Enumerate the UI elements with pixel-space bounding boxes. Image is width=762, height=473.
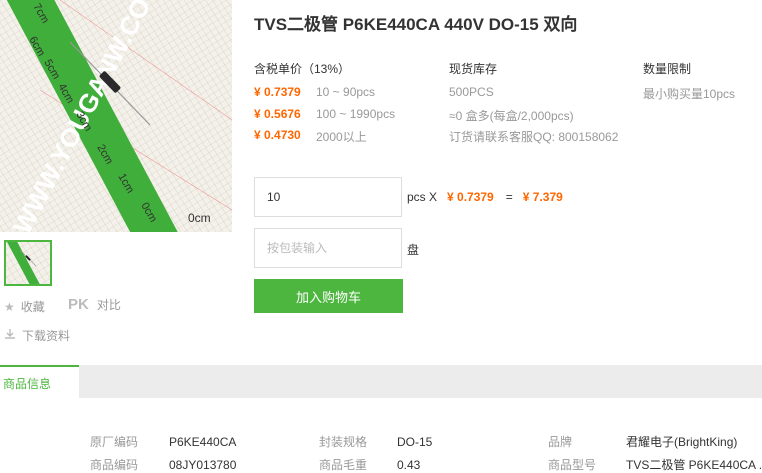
spec-item: 封装规格 DO-15 <box>319 433 432 450</box>
stock-contact: 订货请联系客服QQ: 800158062 <box>449 130 619 144</box>
quantity-unit: pcs X <box>407 190 438 204</box>
spec-item: 商品毛重 0.43 <box>319 456 420 473</box>
detail-tab-bar: 商品信息 <box>0 365 762 398</box>
product-photo: WWW.YOUGANW.CO 7cm 6cm 5cm 4cm 3cm 2cm 1… <box>0 0 232 232</box>
package-unit: 盘 <box>407 243 420 257</box>
package-field[interactable] <box>254 228 402 268</box>
add-to-cart-button[interactable]: 加入购物车 <box>254 279 403 313</box>
spec-value: 08JY013780 <box>169 458 237 472</box>
equals-sign: = <box>505 190 513 204</box>
ruler-label-bottom: 0cm <box>188 211 211 225</box>
limit-header: 数量限制 <box>643 62 692 76</box>
favorite-label: 收藏 <box>20 300 45 314</box>
price-tier: ¥ 0.4730 2000以上 <box>254 128 367 145</box>
stock-quantity: 500PCS <box>449 85 494 99</box>
tier-range: 2000以上 <box>316 130 367 144</box>
tier-range: 10 ~ 90pcs <box>316 85 376 99</box>
pk-icon: PK <box>68 296 89 313</box>
spec-key: 商品毛重 <box>319 458 368 472</box>
calc-total: ¥ 7.379 <box>522 190 563 204</box>
spec-item: 商品编码 08JY013780 <box>90 456 236 473</box>
spec-key: 封装规格 <box>319 435 368 449</box>
product-main-image: WWW.YOUGANW.CO 7cm 6cm 5cm 4cm 3cm 2cm 1… <box>0 0 232 232</box>
thumbnail-photo <box>6 242 50 284</box>
price-tier: ¥ 0.5676 100 ~ 1990pcs <box>254 107 395 121</box>
price-tier: ¥ 0.7379 10 ~ 90pcs <box>254 85 375 99</box>
price-header: 含税单价（13%） <box>254 62 351 76</box>
download-icon <box>4 328 16 343</box>
spec-value: 0.43 <box>397 458 421 472</box>
package-input[interactable] <box>267 241 389 255</box>
spec-value: TVS二极管 P6KE440CA . <box>626 458 762 472</box>
spec-key: 品牌 <box>548 435 573 449</box>
spec-value: P6KE440CA <box>169 435 237 449</box>
product-thumbnail[interactable] <box>4 240 52 286</box>
quantity-input[interactable]: 10 <box>254 177 402 217</box>
product-title: TVS二极管 P6KE440CA 440V DO-15 双向 <box>254 15 578 34</box>
spec-value: 君耀电子(BrightKing) <box>626 435 738 449</box>
stock-boxes: ≈0 盒多(每盒/2,000pcs) <box>449 109 574 123</box>
order-calc: pcs X ¥ 0.7379 = ¥ 7.379 <box>407 190 563 204</box>
stock-header: 现货库存 <box>449 62 498 76</box>
spec-key: 原厂编码 <box>90 435 139 449</box>
download-label: 下载资料 <box>22 329 71 343</box>
tier-range: 100 ~ 1990pcs <box>316 107 396 121</box>
tier-price: ¥ 0.5676 <box>254 107 301 121</box>
spec-key: 商品型号 <box>548 458 597 472</box>
spec-value: DO-15 <box>397 435 433 449</box>
tier-price: ¥ 0.7379 <box>254 85 301 99</box>
compare-action[interactable]: PK 对比 <box>68 296 121 313</box>
download-action[interactable]: 下载资料 <box>4 327 70 344</box>
star-icon: ★ <box>4 299 15 314</box>
spec-key: 商品编码 <box>90 458 139 472</box>
spec-item: 品牌 君耀电子(BrightKing) <box>548 433 737 450</box>
spec-item: 商品型号 TVS二极管 P6KE440CA . <box>548 456 762 473</box>
compare-label: 对比 <box>96 298 121 312</box>
favorite-action[interactable]: ★ 收藏 <box>4 298 45 315</box>
calc-unit-price: ¥ 0.7379 <box>447 190 494 204</box>
min-purchase: 最小购买量10pcs <box>643 87 736 101</box>
tab-product-info[interactable]: 商品信息 <box>0 365 79 398</box>
tier-price: ¥ 0.4730 <box>254 128 301 142</box>
spec-item: 原厂编码 P6KE440CA <box>90 433 236 450</box>
quantity-value: 10 <box>267 190 281 204</box>
